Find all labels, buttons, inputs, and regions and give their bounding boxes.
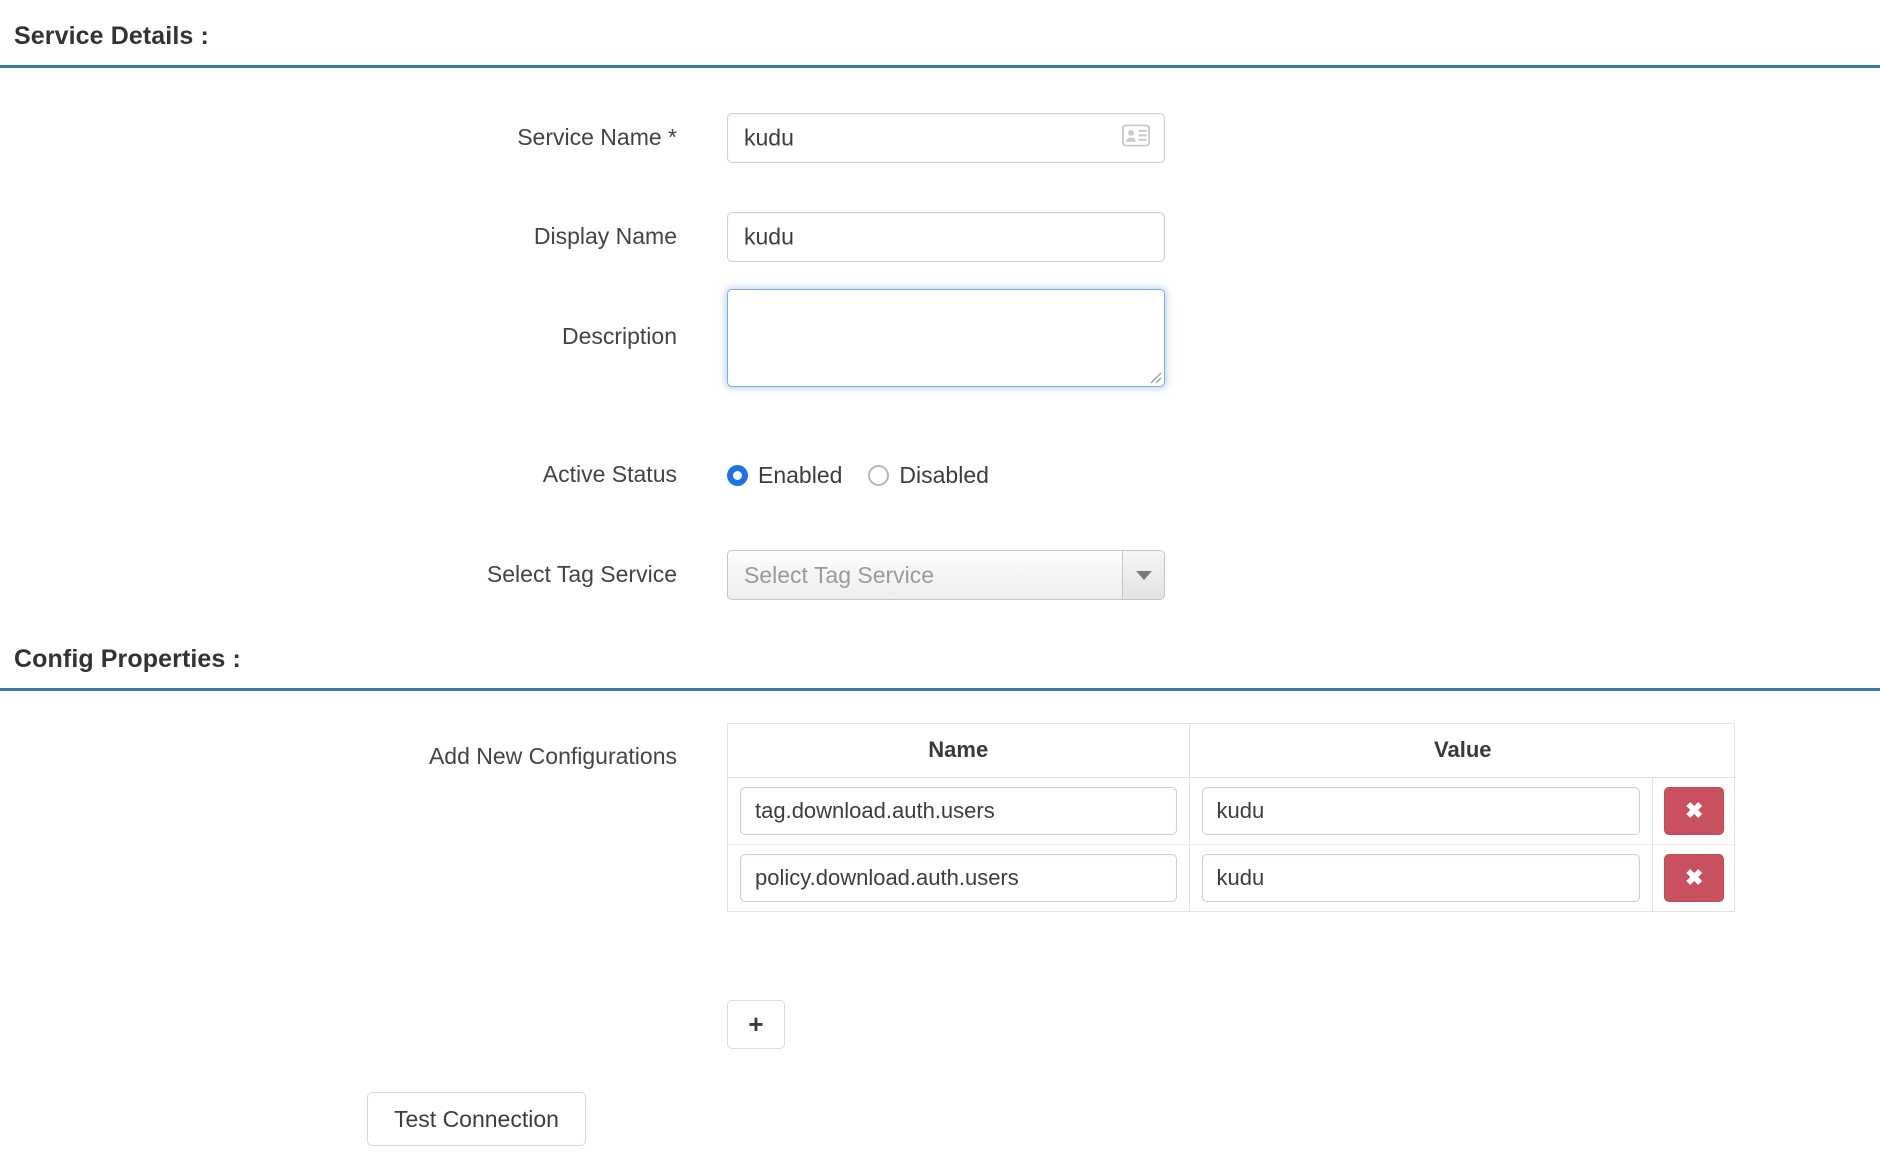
delete-row-button-0[interactable]: ✖	[1664, 787, 1724, 835]
radio-enabled-indicator[interactable]	[727, 465, 748, 486]
config-value-cell: kudu	[1189, 844, 1652, 911]
delete-row-button-1[interactable]: ✖	[1664, 854, 1724, 902]
config-name-input-0[interactable]: tag.download.auth.users	[740, 787, 1177, 835]
service-name-value: kudu	[744, 125, 794, 152]
column-header-value: Value	[1189, 724, 1736, 777]
test-connection-button[interactable]: Test Connection	[367, 1092, 586, 1146]
select-tag-service-dropdown[interactable]: Select Tag Service	[727, 550, 1165, 600]
resize-handle-icon[interactable]	[1148, 370, 1162, 384]
column-header-name: Name	[728, 724, 1189, 777]
section-title-service-details: Service Details :	[0, 22, 1880, 65]
label-description: Description	[562, 323, 677, 350]
config-action-cell: ✖	[1652, 777, 1736, 844]
label-service-name: Service Name *	[517, 124, 677, 151]
label-select-tag-service: Select Tag Service	[487, 561, 677, 588]
label-display-name: Display Name	[534, 223, 677, 250]
section-header-config-properties: Config Properties :	[0, 645, 1880, 691]
select-tag-service-value: Select Tag Service	[728, 551, 1122, 599]
description-textarea[interactable]	[727, 289, 1165, 387]
table-row: tag.download.auth.users kudu ✖	[728, 777, 1736, 844]
label-active-status: Active Status	[543, 461, 677, 488]
config-name-cell: policy.download.auth.users	[728, 844, 1189, 911]
config-value-input-1[interactable]: kudu	[1202, 854, 1640, 902]
config-action-cell: ✖	[1652, 844, 1736, 911]
table-header-row: Name Value	[728, 724, 1736, 777]
radio-option-disabled[interactable]: Disabled	[868, 462, 989, 489]
table-row: policy.download.auth.users kudu ✖	[728, 844, 1736, 911]
section-title-config-properties: Config Properties :	[0, 645, 1880, 688]
config-value-input-0[interactable]: kudu	[1202, 787, 1640, 835]
vcard-icon	[1122, 125, 1150, 152]
config-value-cell: kudu	[1189, 777, 1652, 844]
add-configuration-button[interactable]: +	[727, 1000, 785, 1049]
section-header-service-details: Service Details :	[0, 22, 1880, 68]
radio-enabled-label: Enabled	[758, 462, 842, 489]
config-properties-table: Name Value tag.download.auth.users kudu …	[727, 723, 1735, 912]
display-name-value: kudu	[744, 224, 794, 251]
config-name-input-1[interactable]: policy.download.auth.users	[740, 854, 1177, 902]
chevron-down-icon[interactable]	[1122, 551, 1164, 599]
radio-option-enabled[interactable]: Enabled	[727, 462, 842, 489]
config-name-cell: tag.download.auth.users	[728, 777, 1189, 844]
display-name-input[interactable]: kudu	[727, 212, 1165, 262]
label-add-new-configurations: Add New Configurations	[429, 743, 677, 770]
active-status-radio-group: Enabled Disabled	[727, 462, 989, 489]
radio-disabled-label: Disabled	[899, 462, 989, 489]
radio-disabled-indicator[interactable]	[868, 465, 889, 486]
service-name-input[interactable]: kudu	[727, 113, 1165, 163]
service-edit-form: Service Details : Service Name * kudu Di…	[0, 0, 1880, 1174]
